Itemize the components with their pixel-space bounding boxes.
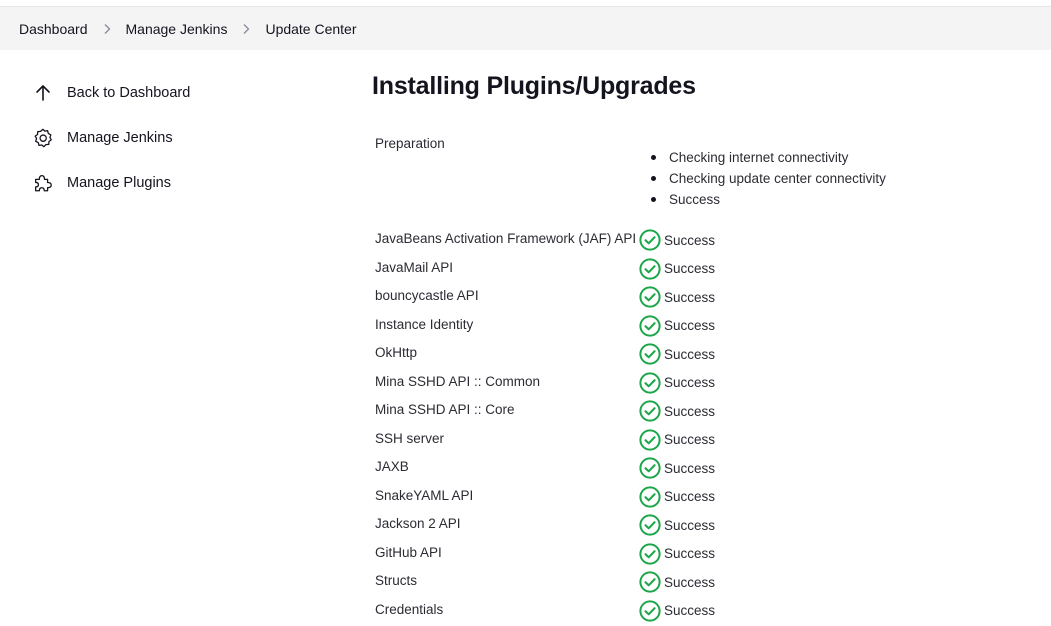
table-row: Mina SSHD API :: Core Success [375,398,1015,427]
breadcrumb-update-center[interactable]: Update Center [265,21,356,37]
sidebar: Back to Dashboard Manage Jenkins Manage … [31,70,331,205]
puzzle-icon [31,171,55,195]
check-circle-icon [639,543,661,565]
plugin-name: bouncycastle API [375,288,479,303]
table-row: OkHttp Success [375,341,1015,370]
status-badge: Success [639,372,715,394]
status-text: Success [664,261,715,276]
list-item: Checking update center connectivity [651,168,886,189]
status-text: Success [664,347,715,362]
table-row: SSH server Success [375,427,1015,456]
status-text: Success [664,546,715,561]
chevron-right-icon [96,23,118,35]
plugin-name: Credentials [375,602,443,617]
check-circle-icon [639,286,661,308]
plugin-name: JavaBeans Activation Framework (JAF) API [375,231,636,246]
gear-icon [31,126,55,150]
plugin-status-table: JavaBeans Activation Framework (JAF) API… [375,227,1015,626]
table-row: bouncycastle API Success [375,284,1015,313]
sidebar-item-manage-plugins[interactable]: Manage Plugins [31,160,331,205]
table-row: JavaBeans Activation Framework (JAF) API… [375,227,1015,256]
breadcrumb-dashboard[interactable]: Dashboard [19,21,88,37]
sidebar-item-label: Manage Plugins [67,175,171,191]
status-text: Success [664,518,715,533]
table-row: Mina SSHD API :: Common Success [375,370,1015,399]
table-row: Structs Success [375,569,1015,598]
status-badge: Success [639,486,715,508]
status-badge: Success [639,429,715,451]
status-text: Success [664,603,715,618]
sidebar-item-manage-jenkins[interactable]: Manage Jenkins [31,115,331,160]
preparation-section: Preparation Checking internet connectivi… [375,136,1015,216]
status-text: Success [664,404,715,419]
sidebar-item-label: Back to Dashboard [67,85,190,101]
status-badge: Success [639,258,715,280]
table-row: JavaMail API Success [375,256,1015,285]
plugin-name: SnakeYAML API [375,488,473,503]
top-border [0,0,1051,7]
sidebar-item-back-to-dashboard[interactable]: Back to Dashboard [31,70,331,115]
status-badge: Success [639,229,715,251]
status-text: Success [664,432,715,447]
status-badge: Success [639,514,715,536]
plugin-name: Mina SSHD API :: Core [375,402,515,417]
table-row: JAXB Success [375,455,1015,484]
page-title: Installing Plugins/Upgrades [372,72,1032,101]
check-circle-icon [639,571,661,593]
table-row: Instance Identity Success [375,313,1015,342]
status-text: Success [664,318,715,333]
plugin-name: Mina SSHD API :: Common [375,374,540,389]
check-circle-icon [639,229,661,251]
status-text: Success [664,489,715,504]
check-circle-icon [639,315,661,337]
breadcrumb-manage-jenkins[interactable]: Manage Jenkins [126,21,228,37]
plugin-name: OkHttp [375,345,417,360]
check-circle-icon [639,486,661,508]
plugin-name: SSH server [375,431,444,446]
sidebar-item-label: Manage Jenkins [67,130,173,146]
list-item: Checking internet connectivity [651,147,886,168]
main-content: Installing Plugins/Upgrades Preparation … [372,70,1032,101]
status-text: Success [664,233,715,248]
preparation-steps: Checking internet connectivity Checking … [651,147,886,210]
check-circle-icon [639,457,661,479]
plugin-name: JavaMail API [375,260,453,275]
check-circle-icon [639,258,661,280]
check-circle-icon [639,400,661,422]
arrow-up-icon [31,81,55,105]
table-row: Jackson 2 API Success [375,512,1015,541]
check-circle-icon [639,514,661,536]
plugin-name: Structs [375,573,417,588]
preparation-label: Preparation [375,136,445,151]
check-circle-icon [639,429,661,451]
status-badge: Success [639,315,715,337]
chevron-right-icon [235,23,257,35]
table-row: Credentials Success [375,598,1015,626]
status-badge: Success [639,571,715,593]
status-badge: Success [639,600,715,622]
status-badge: Success [639,286,715,308]
check-circle-icon [639,372,661,394]
breadcrumb: Dashboard Manage Jenkins Update Center [0,7,1051,50]
status-badge: Success [639,343,715,365]
table-row: SnakeYAML API Success [375,484,1015,513]
status-text: Success [664,461,715,476]
status-text: Success [664,375,715,390]
status-badge: Success [639,543,715,565]
status-badge: Success [639,457,715,479]
check-circle-icon [639,600,661,622]
status-text: Success [664,575,715,590]
status-text: Success [664,290,715,305]
plugin-name: Instance Identity [375,317,473,332]
list-item: Success [651,189,886,210]
plugin-name: JAXB [375,459,409,474]
status-badge: Success [639,400,715,422]
check-circle-icon [639,343,661,365]
table-row: GitHub API Success [375,541,1015,570]
plugin-name: GitHub API [375,545,442,560]
plugin-name: Jackson 2 API [375,516,461,531]
